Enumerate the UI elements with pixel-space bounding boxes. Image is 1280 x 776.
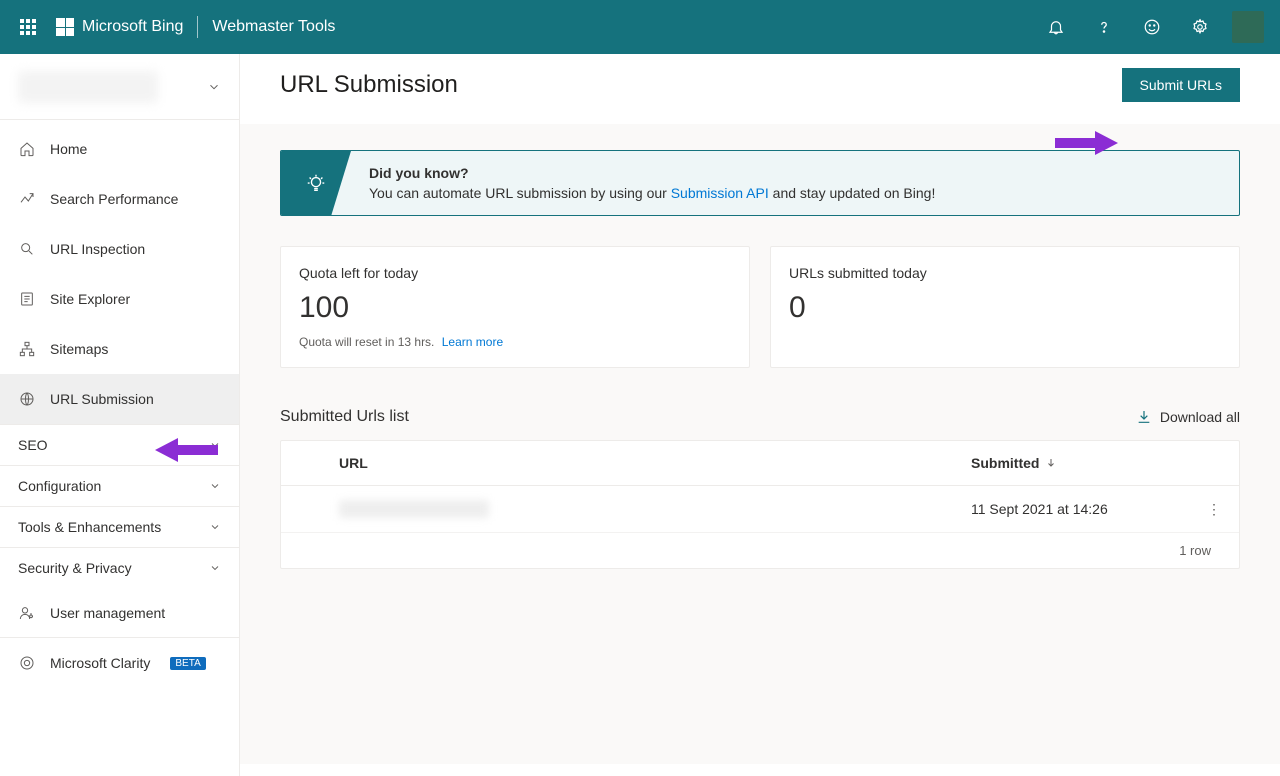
sidebar-item-site-explorer[interactable]: Site Explorer	[0, 274, 239, 324]
top-bar: Microsoft Bing Webmaster Tools	[0, 0, 1280, 54]
banner-text: You can automate URL submission by using…	[369, 185, 935, 201]
sidebar-item-label: Search Performance	[50, 191, 178, 207]
sidebar-item-label: Site Explorer	[50, 291, 130, 307]
explorer-icon	[18, 290, 36, 308]
sidebar-item-search-performance[interactable]: Search Performance	[0, 174, 239, 224]
chevron-down-icon	[209, 521, 221, 533]
download-icon	[1136, 409, 1152, 425]
sidebar-item-label: User management	[50, 605, 165, 621]
sidebar-section-configuration[interactable]: Configuration	[0, 465, 239, 506]
banner-title: Did you know?	[369, 165, 935, 181]
sidebar: Home Search Performance URL Inspection S…	[0, 54, 240, 776]
table-row[interactable]: 11 Sept 2021 at 14:26 ⋮	[281, 486, 1239, 533]
info-banner: Did you know? You can automate URL submi…	[280, 150, 1240, 216]
submitted-urls-table: URL Submitted 11 Sept 2021 at 14:26 ⋮ 1 …	[280, 440, 1240, 569]
globe-icon	[18, 390, 36, 408]
notifications-icon[interactable]	[1036, 7, 1076, 47]
sidebar-section-label: Configuration	[18, 478, 101, 494]
sidebar-item-label: Sitemaps	[50, 341, 108, 357]
chevron-down-icon	[209, 562, 221, 574]
avatar[interactable]	[1228, 7, 1268, 47]
quota-sub: Quota will reset in 13 hrs.	[299, 335, 434, 349]
brand-text: Microsoft Bing	[82, 18, 183, 36]
quota-label: Quota left for today	[299, 265, 731, 281]
brand: Microsoft Bing Webmaster Tools	[56, 16, 335, 38]
sitemap-icon	[18, 340, 36, 358]
site-picker[interactable]	[0, 54, 239, 120]
submitted-card: URLs submitted today 0	[770, 246, 1240, 368]
feedback-icon[interactable]	[1132, 7, 1172, 47]
chevron-down-icon	[209, 480, 221, 492]
sidebar-item-label: Home	[50, 141, 87, 157]
column-url[interactable]: URL	[299, 455, 971, 471]
cell-url	[299, 500, 971, 518]
submit-urls-button[interactable]: Submit URLs	[1122, 68, 1240, 102]
help-icon[interactable]	[1084, 7, 1124, 47]
annotation-arrow	[153, 435, 218, 465]
submitted-value: 0	[789, 291, 1221, 325]
product-text: Webmaster Tools	[212, 18, 335, 36]
main-content: URL Submission Submit URLs Did you know?…	[240, 54, 1280, 776]
learn-more-link[interactable]: Learn more	[442, 335, 503, 349]
sidebar-section-label: Tools & Enhancements	[18, 519, 161, 535]
sidebar-item-home[interactable]: Home	[0, 124, 239, 174]
lightbulb-icon	[305, 172, 327, 194]
clarity-icon	[18, 654, 36, 672]
beta-badge: BETA	[170, 657, 205, 670]
search-icon	[18, 240, 36, 258]
sidebar-item-url-inspection[interactable]: URL Inspection	[0, 224, 239, 274]
sidebar-item-clarity[interactable]: Microsoft Clarity BETA	[0, 638, 239, 688]
bing-logo-icon	[56, 18, 74, 36]
sidebar-item-url-submission[interactable]: URL Submission	[0, 374, 239, 424]
quota-card: Quota left for today 100 Quota will rese…	[280, 246, 750, 368]
row-menu-button[interactable]: ⋮	[1201, 501, 1221, 518]
submitted-label: URLs submitted today	[789, 265, 1221, 281]
sort-desc-icon	[1045, 457, 1057, 469]
annotation-arrow	[1055, 128, 1120, 158]
submission-api-link[interactable]: Submission API	[671, 185, 769, 201]
download-all-button[interactable]: Download all	[1136, 409, 1240, 425]
home-icon	[18, 140, 36, 158]
sidebar-item-user-management[interactable]: User management	[0, 588, 239, 638]
sidebar-section-tools[interactable]: Tools & Enhancements	[0, 506, 239, 547]
sidebar-section-label: SEO	[18, 437, 48, 453]
sidebar-item-label: URL Inspection	[50, 241, 145, 257]
page-title: URL Submission	[280, 71, 458, 99]
app-launcher-icon[interactable]	[12, 11, 44, 43]
cell-submitted: 11 Sept 2021 at 14:26	[971, 501, 1201, 517]
quota-value: 100	[299, 291, 731, 325]
chevron-down-icon	[207, 80, 221, 94]
column-submitted[interactable]: Submitted	[971, 455, 1201, 471]
sidebar-item-sitemaps[interactable]: Sitemaps	[0, 324, 239, 374]
trend-icon	[18, 190, 36, 208]
settings-icon[interactable]	[1180, 7, 1220, 47]
sidebar-section-label: Security & Privacy	[18, 560, 132, 576]
user-icon	[18, 604, 36, 622]
sidebar-item-label: URL Submission	[50, 391, 154, 407]
sidebar-item-label: Microsoft Clarity	[50, 655, 150, 671]
list-title: Submitted Urls list	[280, 408, 409, 426]
sidebar-section-security[interactable]: Security & Privacy	[0, 547, 239, 588]
table-footer: 1 row	[281, 533, 1239, 568]
